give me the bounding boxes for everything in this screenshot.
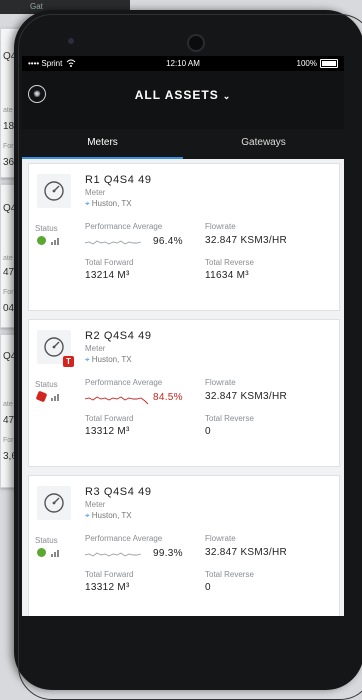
total-reverse-label: Total Reverse [205,258,254,267]
background-text: For [3,437,14,444]
flowrate-label: Flowrate [205,534,236,543]
tab-meters[interactable]: Meters [22,129,183,159]
location-text: Huston, TX [91,511,132,520]
asset-name[interactable]: R2 Q4S4 49 [85,330,152,342]
status-indicator [37,236,46,245]
background-text: 36 [3,157,15,168]
performance-sparkline [84,548,149,566]
status-label: Status [35,536,58,545]
background-text: 18 [3,121,15,132]
total-forward-value: 13214 M³ [85,270,130,281]
location-text: Huston, TX [91,355,132,364]
performance-value: 84.5% [153,392,183,403]
alarm-badge: T [63,356,74,367]
total-forward-label: Total Forward [85,414,134,423]
background-text: ate [3,255,13,262]
total-forward-value: 13312 M³ [85,582,130,593]
flowrate-label: Flowrate [205,222,236,231]
total-forward-label: Total Forward [85,258,134,267]
total-reverse-value: 0 [205,582,211,593]
background-text: For [3,289,14,296]
status-bar: •••• Sprint 12:10 AM 100% [22,56,344,71]
sensor-dot [68,38,74,44]
signal-strength-icon [51,394,59,401]
asset-name[interactable]: R3 Q4S4 49 [85,486,152,498]
location-pin-icon: ⌖ [85,511,90,520]
status-label: Status [35,224,58,233]
asset-type: Meter [85,188,106,197]
location-pin-icon: ⌖ [85,199,90,208]
total-reverse-value: 0 [205,426,211,437]
asset-card[interactable]: R3 Q4S4 49 Meter ⌖ Huston, TX Status Perform… [28,475,340,616]
battery-icon [320,59,338,68]
asset-location: ⌖ Huston, TX [85,511,132,521]
performance-sparkline [84,236,149,254]
flowrate-value: 32.847 KSM3/HR [205,391,288,402]
signal-strength-icon [51,550,59,557]
asset-type: Meter [85,344,106,353]
performance-sparkline [84,392,149,410]
signal-strength-icon [51,238,59,245]
total-forward-value: 13312 M³ [85,426,130,437]
gauge-icon [37,486,71,520]
total-reverse-value: 11634 M³ [205,270,249,281]
gauge-icon: T [37,330,74,367]
total-reverse-label: Total Reverse [205,414,254,423]
performance-label: Performance Average [85,378,163,387]
flowrate-value: 32.847 KSM3/HR [205,235,288,246]
background-text: 47 [3,415,15,426]
gauge-icon [37,174,71,208]
asset-card[interactable]: T R2 Q4S4 49 Meter ⌖ Huston, TX Status Perfor… [28,319,340,467]
asset-filter-dropdown[interactable]: ALL ASSETS ⌄ [22,88,344,102]
asset-list[interactable]: R1 Q4S4 49 Meter ⌖ Huston, TX Status Perform… [22,159,344,616]
background-text: 47 [3,267,15,278]
tab-bar: Meters Gateways [22,129,344,159]
phone-screen: •••• Sprint 12:10 AM 100% ✺ ALL ASSETS ⌄ … [22,56,344,616]
phone-chin [22,616,344,672]
background-text: ate [3,107,13,114]
flowrate-label: Flowrate [205,378,236,387]
location-text: Huston, TX [91,199,132,208]
asset-name[interactable]: R1 Q4S4 49 [85,174,152,186]
chevron-down-icon: ⌄ [222,91,232,101]
performance-label: Performance Average [85,534,163,543]
location-pin-icon: ⌖ [85,355,90,364]
front-camera [187,34,205,52]
app-header: ✺ ALL ASSETS ⌄ [22,71,344,129]
clock: 12:10 AM [166,59,200,68]
status-indicator [37,548,46,557]
status-label: Status [35,380,58,389]
performance-label: Performance Average [85,222,163,231]
performance-value: 96.4% [153,236,183,247]
total-reverse-label: Total Reverse [205,570,254,579]
asset-card[interactable]: R1 Q4S4 49 Meter ⌖ Huston, TX Status Perform… [28,163,340,311]
tab-gateways[interactable]: Gateways [183,129,344,159]
total-forward-label: Total Forward [85,570,134,579]
performance-value: 99.3% [153,548,183,559]
flowrate-value: 32.847 KSM3/HR [205,547,288,558]
asset-location: ⌖ Huston, TX [85,199,132,209]
status-indicator [35,390,48,403]
background-text: ate [3,401,13,408]
asset-location: ⌖ Huston, TX [85,355,132,365]
background-text: For [3,143,14,150]
page-title: ALL ASSETS [134,88,219,102]
asset-type: Meter [85,500,106,509]
